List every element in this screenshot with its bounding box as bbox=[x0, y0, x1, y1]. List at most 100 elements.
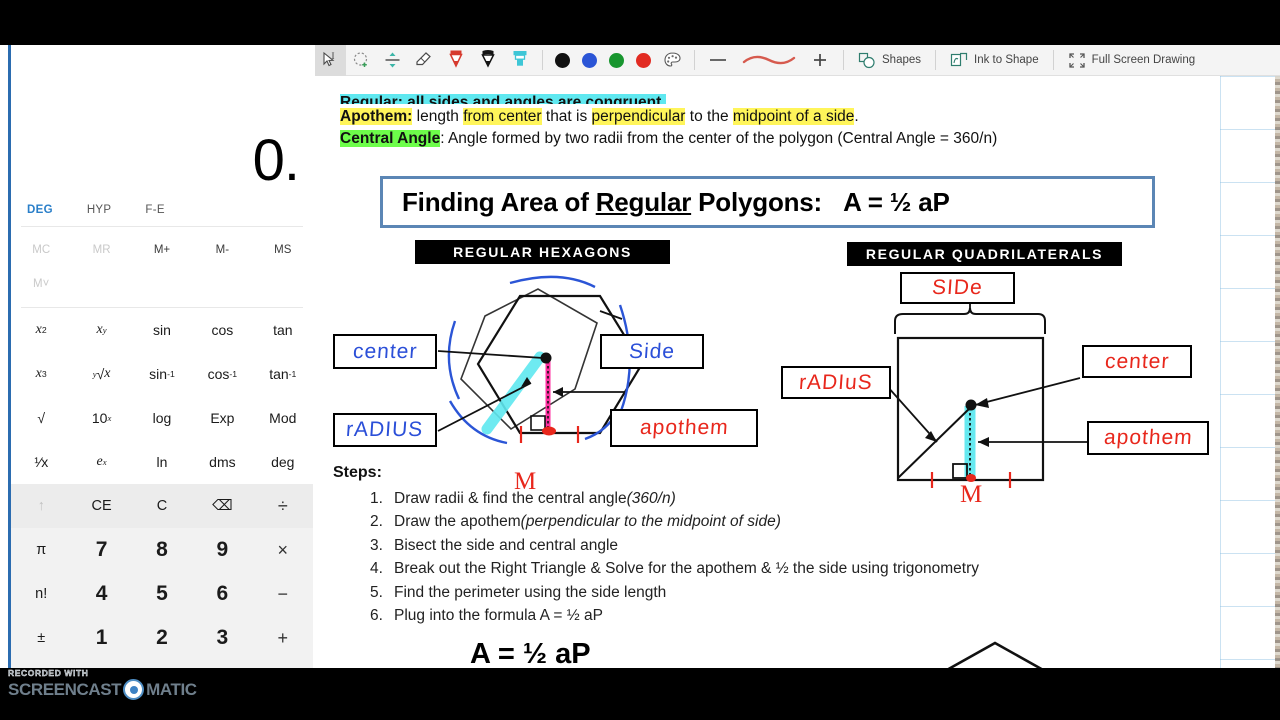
step-number: 4. bbox=[370, 560, 383, 578]
red-pen-tool[interactable] bbox=[440, 45, 472, 76]
ink-color-blue[interactable] bbox=[576, 45, 603, 76]
calc-key-m-plus[interactable]: M+ bbox=[132, 233, 192, 267]
calc-key-m-list[interactable]: M˅ bbox=[11, 267, 71, 301]
calc-key-cos-inverse[interactable]: cos -1 bbox=[192, 352, 252, 396]
midpoint-dot bbox=[542, 426, 556, 436]
page-edge-texture bbox=[1275, 76, 1280, 668]
calc-key-ce[interactable]: CE bbox=[71, 484, 131, 528]
calc-key-3[interactable]: 3 bbox=[192, 616, 252, 660]
calc-key-sin-inverse[interactable]: sin -1 bbox=[132, 352, 192, 396]
radius-arrowhead bbox=[925, 431, 937, 442]
lasso-select-tool[interactable] bbox=[346, 45, 377, 76]
ink-to-shape-label: Ink to Shape bbox=[974, 54, 1039, 66]
calc-key-multiply[interactable]: × bbox=[253, 528, 313, 572]
calc-key-2[interactable]: 2 bbox=[132, 616, 192, 660]
calculator-mode-hyp[interactable]: HYP bbox=[87, 204, 112, 216]
calc-key-1[interactable]: 1 bbox=[71, 616, 131, 660]
calculator-window[interactable]: 0. DEG HYP F-E MC MR M+ M- MS M˅ x2 xy s… bbox=[8, 45, 313, 668]
full-screen-drawing-button[interactable]: Full Screen Drawing bbox=[1060, 45, 1204, 76]
calc-key-dms[interactable]: dms bbox=[192, 440, 252, 484]
calc-key-8[interactable]: 8 bbox=[132, 528, 192, 572]
watermark-recorded-with: RECORDED WITH bbox=[8, 668, 89, 678]
center-leader-line bbox=[974, 377, 1081, 406]
calc-key-5[interactable]: 5 bbox=[132, 572, 192, 616]
calc-key-plus-minus[interactable]: ± bbox=[11, 616, 71, 660]
right-angle-marker bbox=[530, 415, 546, 431]
calculator-function-row-1: x2 xy sin cos tan bbox=[11, 308, 313, 352]
step-text: Draw the apothem bbox=[394, 513, 521, 531]
minus-icon bbox=[710, 59, 726, 61]
ink-color-green[interactable] bbox=[603, 45, 630, 76]
calc-key-mod[interactable]: Mod bbox=[253, 396, 313, 440]
calc-key-4[interactable]: 4 bbox=[71, 572, 131, 616]
insert-space-tool[interactable] bbox=[377, 45, 408, 76]
pen-icon bbox=[449, 50, 463, 68]
calc-key-equals[interactable]: = bbox=[253, 660, 313, 668]
calc-key-x-squared[interactable]: x2 bbox=[11, 308, 71, 352]
list-item: 2. Draw the apothem (perpendicular to th… bbox=[370, 511, 1190, 533]
thick-line-thickness[interactable] bbox=[803, 45, 837, 76]
calc-key-blank[interactable] bbox=[192, 660, 252, 668]
calculator-keypad: ↑ CE C ⌫ ÷ π 7 8 9 × n! 4 5 6 − ± 1 2 3 … bbox=[11, 484, 313, 668]
calc-key-decimal[interactable]: . bbox=[132, 660, 192, 668]
note-page[interactable]: Regular: all sides and angles are congru… bbox=[315, 76, 1280, 668]
highlighter-tool[interactable] bbox=[504, 45, 536, 76]
calc-key-e-power-x[interactable]: ex bbox=[71, 440, 131, 484]
calc-key-open-paren[interactable]: ( bbox=[11, 660, 71, 668]
more-colors-button[interactable] bbox=[657, 45, 688, 76]
calc-key-ten-power-x[interactable]: 10 x bbox=[71, 396, 131, 440]
calculator-mode-deg[interactable]: DEG bbox=[27, 204, 53, 216]
title-box: Finding Area of Regular Polygons: A = ½ … bbox=[380, 176, 1155, 228]
divider bbox=[935, 50, 937, 70]
calc-key-backspace[interactable]: ⌫ bbox=[192, 484, 252, 528]
calc-key-log[interactable]: log bbox=[132, 396, 192, 440]
black-pencil-tool[interactable] bbox=[472, 45, 504, 76]
calc-key-7[interactable]: 7 bbox=[71, 528, 131, 572]
calc-key-sqrt[interactable]: √ bbox=[11, 396, 71, 440]
calc-key-add[interactable]: + bbox=[253, 616, 313, 660]
thin-line-thickness[interactable] bbox=[701, 45, 735, 76]
calc-key-exp[interactable]: Exp bbox=[192, 396, 252, 440]
svg-text:I: I bbox=[332, 51, 335, 61]
calculator-mode-fe[interactable]: F-E bbox=[145, 204, 164, 216]
calc-key-9[interactable]: 9 bbox=[192, 528, 252, 572]
calc-key-cos[interactable]: cos bbox=[192, 308, 252, 352]
divider bbox=[1052, 50, 1054, 70]
shapes-button[interactable]: Shapes bbox=[850, 45, 929, 76]
current-line-preview[interactable] bbox=[735, 45, 803, 76]
apothem-hl1: from center bbox=[463, 108, 542, 125]
calc-key-y-root-x[interactable]: y √ x bbox=[71, 352, 131, 396]
eraser-icon bbox=[416, 52, 431, 66]
calc-key-x-power-y[interactable]: xy bbox=[71, 308, 131, 352]
calc-key-reciprocal[interactable]: ¹⁄x bbox=[11, 440, 71, 484]
calc-key-factorial[interactable]: n! bbox=[11, 572, 71, 616]
calc-key-tan[interactable]: tan bbox=[253, 308, 313, 352]
ink-to-shape-button[interactable]: Ink to Shape bbox=[942, 45, 1047, 76]
calc-key-mc[interactable]: MC bbox=[11, 233, 71, 267]
calc-key-deg[interactable]: deg bbox=[253, 440, 313, 484]
calc-key-x-cubed[interactable]: x3 bbox=[11, 352, 71, 396]
hexagon-center-label-text: center bbox=[352, 339, 419, 363]
video-player-screen: 0. DEG HYP F-E MC MR M+ M- MS M˅ x2 xy s… bbox=[0, 0, 1280, 720]
divider bbox=[694, 50, 695, 70]
calc-key-6[interactable]: 6 bbox=[192, 572, 252, 616]
eraser-tool[interactable] bbox=[408, 45, 440, 76]
side-brace bbox=[894, 307, 1046, 334]
calc-key-divide[interactable]: ÷ bbox=[253, 484, 313, 528]
calc-key-sin[interactable]: sin bbox=[132, 308, 192, 352]
calc-key-0[interactable]: 0 bbox=[71, 660, 131, 668]
ink-color-black[interactable] bbox=[549, 45, 576, 76]
select-object-text-tool[interactable]: I bbox=[315, 45, 346, 76]
ink-color-red[interactable] bbox=[630, 45, 657, 76]
calc-key-mr[interactable]: MR bbox=[71, 233, 131, 267]
calc-key-shift-up[interactable]: ↑ bbox=[11, 484, 71, 528]
calc-key-subtract[interactable]: − bbox=[253, 572, 313, 616]
calc-key-m-minus[interactable]: M- bbox=[192, 233, 252, 267]
calculator-keypad-row-5: ( 0 . = bbox=[11, 660, 313, 668]
calc-key-ms[interactable]: MS bbox=[253, 233, 313, 267]
calc-key-pi[interactable]: π bbox=[11, 528, 71, 572]
calc-key-clear[interactable]: C bbox=[132, 484, 192, 528]
calc-key-ln[interactable]: ln bbox=[132, 440, 192, 484]
step-emphasis: (perpendicular to the midpoint of side) bbox=[520, 513, 781, 531]
calc-key-tan-inverse[interactable]: tan -1 bbox=[253, 352, 313, 396]
